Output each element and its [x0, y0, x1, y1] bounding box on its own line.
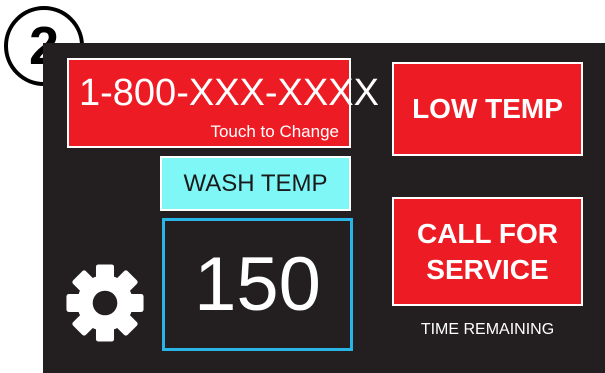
call-for-service-button[interactable]: CALL FOR SERVICE — [392, 197, 583, 306]
service-phone-number: 1-800-XXX-XXXX — [79, 72, 379, 114]
wash-temp-value: 150 — [162, 218, 353, 351]
call-for-service-label: CALL FOR SERVICE — [416, 217, 559, 285]
time-remaining-label: TIME REMAINING — [420, 321, 555, 338]
service-phone-button[interactable]: 1-800-XXX-XXXX Touch to Change — [67, 58, 379, 148]
wash-temp-label: WASH TEMP — [160, 156, 351, 211]
low-temp-alert-button[interactable]: LOW TEMP — [392, 62, 583, 156]
gear-icon[interactable] — [64, 262, 146, 344]
touch-to-change-hint: Touch to Change — [210, 122, 339, 141]
